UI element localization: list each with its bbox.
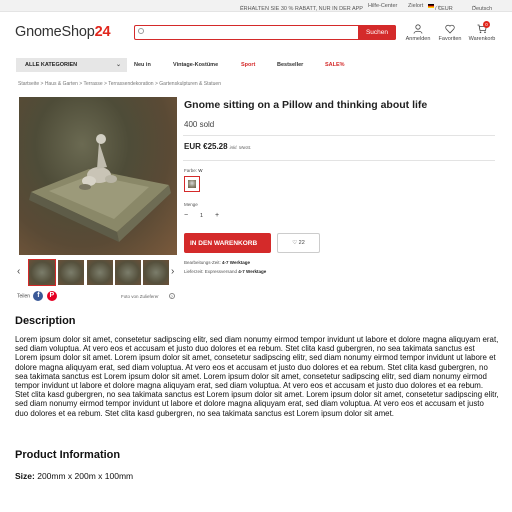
cart-count-badge: 0 <box>483 21 490 28</box>
thumbnail[interactable] <box>87 260 113 285</box>
chevron-right-icon[interactable]: › <box>171 266 174 277</box>
delivery-time: Lieferzeit: Expressversand 4-7 Werktage <box>184 269 267 274</box>
processing-time: Bearbeitungs-Zeit: 4-7 Werktage <box>184 260 250 265</box>
main-nav: ALLE KATEGORIEN ⌄ Neu in Vintage-Kostüme… <box>0 58 512 72</box>
product-main-image[interactable] <box>19 97 177 255</box>
sold-count: 400 sold <box>184 120 215 129</box>
divider <box>183 160 495 161</box>
product-title: Gnome sitting on a Pillow and thinking a… <box>184 99 428 111</box>
facebook-icon[interactable]: f <box>33 291 44 301</box>
chevron-left-icon[interactable]: ‹ <box>17 266 20 277</box>
gnome-statue-image <box>29 134 171 242</box>
language-selector[interactable]: Deutsch ⌄ <box>472 3 492 12</box>
country-selector-label[interactable]: Zielort <box>408 3 423 9</box>
header: GnomeShop24 Suchen Anmelden Favoriten 0 … <box>0 12 512 56</box>
decrease-quantity-button[interactable]: − <box>184 212 188 219</box>
favorites-button[interactable]: Favoriten <box>435 24 465 42</box>
search-bar: Suchen <box>134 24 396 40</box>
swatch-image <box>188 180 196 188</box>
color-swatch[interactable] <box>184 176 200 192</box>
increase-quantity-button[interactable]: + <box>215 212 219 219</box>
heart-icon <box>445 24 455 34</box>
currency-selector[interactable]: / €EUR ⌄ <box>428 3 453 12</box>
thumbnail[interactable] <box>28 259 56 286</box>
nav-item-vintage-costumes[interactable]: Vintage-Kostüme <box>173 62 218 68</box>
add-to-cart-button[interactable]: IN DEN WARENKORB <box>184 233 271 253</box>
description-heading: Description <box>15 315 76 327</box>
promo-link[interactable]: ERHALTEN SIE 30 % RABATT, NUR IN DER APP… <box>240 3 363 12</box>
german-flag-icon <box>428 3 434 8</box>
quantity-label: Menge <box>184 202 198 207</box>
pinterest-icon[interactable]: P <box>46 291 57 301</box>
account-button[interactable]: Anmelden <box>403 24 433 42</box>
top-bar: ERHALTEN SIE 30 % RABATT, NUR IN DER APP… <box>0 0 512 12</box>
nav-item-new[interactable]: Neu in <box>134 62 151 68</box>
chevron-down-icon: ⌄ <box>115 62 121 68</box>
thumbnail-strip: ‹ › <box>15 259 180 286</box>
nav-item-bestseller[interactable]: Bestseller <box>277 62 303 68</box>
search-input[interactable] <box>147 26 357 38</box>
all-categories-dropdown[interactable]: ALLE KATEGORIEN ⌄ <box>16 58 127 72</box>
search-button[interactable]: Suchen <box>358 24 396 40</box>
share-row: Teilen f P <box>17 291 57 301</box>
thumbnail[interactable] <box>58 260 84 285</box>
breadcrumb[interactable]: Startseite > Haus & Garten > Terrasse > … <box>18 81 221 87</box>
supplier-photo-note: Foto von Zulieferer? <box>121 293 175 299</box>
nav-item-sport[interactable]: Sport <box>241 62 255 68</box>
search-icon <box>138 28 144 34</box>
color-label: Farbe: W <box>184 168 203 173</box>
product-price: EUR €25.28 inkl. MwSt. <box>184 142 252 151</box>
wishlist-button[interactable]: ♡ 22 <box>277 233 320 253</box>
help-icon[interactable]: ? <box>168 293 175 299</box>
thumbnail[interactable] <box>143 260 169 285</box>
user-icon <box>413 24 423 34</box>
logo[interactable]: GnomeShop24 <box>15 24 111 40</box>
heart-icon: ♡ <box>292 240 298 246</box>
help-center-link[interactable]: Hilfe-Center <box>368 3 397 9</box>
product-info-heading: Product Information <box>15 449 121 461</box>
divider <box>183 135 495 136</box>
cart-button[interactable]: 0 Warenkorb <box>467 21 497 42</box>
nav-item-sale[interactable]: SALE% <box>325 62 345 68</box>
product-size: Size: 200mm x 200m x 100mm <box>15 471 134 481</box>
quantity-value[interactable]: 1 <box>200 213 203 219</box>
description-text: Lorem ipsum dolor sit amet, consetetur s… <box>15 335 499 418</box>
thumbnail[interactable] <box>115 260 141 285</box>
